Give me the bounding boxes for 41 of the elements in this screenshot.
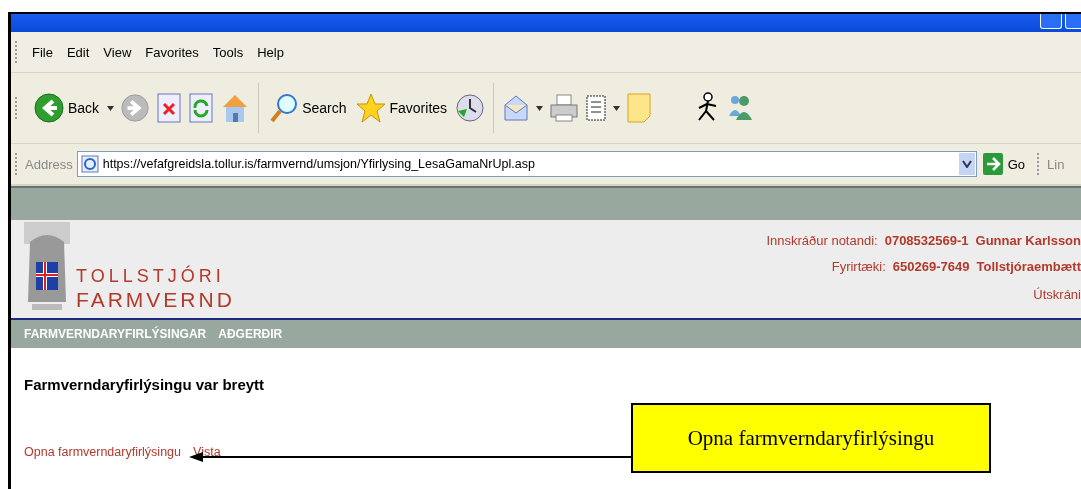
menu-item[interactable]: Help	[250, 44, 291, 60]
action-link[interactable]: Opna farmverndaryfirlýsingu	[24, 445, 181, 459]
address-field[interactable]: https://vefafgreidsla.tollur.is/farmvernd/umsjon/Yfirlysing_LesaGamaNrUpl.asp	[76, 151, 977, 177]
minimize-button[interactable]	[1040, 14, 1062, 29]
caret-icon[interactable]	[613, 105, 621, 111]
refresh-icon[interactable]	[188, 92, 215, 124]
stop-icon[interactable]	[156, 92, 183, 124]
star-icon	[356, 92, 387, 124]
printer-icon[interactable]	[549, 93, 580, 123]
menu-item[interactable]: File	[25, 44, 60, 60]
page-heading: Farmverndaryfirlýsingu var breytt	[24, 376, 266, 393]
favorites-button[interactable]: Favorites	[354, 92, 450, 124]
callout-box: Opna farmverndaryfirlýsingu	[631, 403, 991, 473]
go-button[interactable]: Go	[980, 153, 1034, 175]
maximize-button[interactable]	[1065, 14, 1081, 29]
menu-item[interactable]: Edit	[59, 44, 97, 60]
logout-link[interactable]: Útskráni	[1033, 280, 1081, 310]
menu-item[interactable]: View	[96, 44, 139, 60]
page-icon	[80, 155, 99, 173]
menu-item[interactable]: Favorites	[138, 44, 206, 60]
info-value: Gunnar Karlsson	[975, 232, 1081, 250]
dropdown-button[interactable]	[958, 153, 975, 175]
document-icon[interactable]	[585, 94, 608, 122]
info-value: 0708532569-1	[884, 232, 969, 250]
search-icon	[269, 92, 300, 124]
chevron-down-icon	[961, 160, 972, 168]
info-label: Fyrirtæki:	[831, 258, 886, 276]
menu-item[interactable]: Tools	[205, 44, 251, 60]
info-label: Innskráður notandi:	[766, 232, 878, 250]
brand-name: TOLLSTJÓRI	[76, 264, 226, 288]
caret-icon[interactable]	[107, 105, 115, 111]
mail-icon[interactable]	[502, 93, 531, 123]
search-button[interactable]: Search	[267, 92, 349, 124]
back-button[interactable]: Back	[31, 92, 102, 124]
info-value: Tollstjóraembætt	[976, 258, 1081, 276]
info-value: 650269-7649	[892, 258, 970, 276]
caret-icon[interactable]	[536, 105, 544, 111]
brand-name: FARMVERND	[76, 288, 235, 312]
history-icon[interactable]	[455, 93, 486, 123]
address-label: Address	[25, 156, 73, 172]
arrow-right-icon	[982, 153, 1003, 175]
